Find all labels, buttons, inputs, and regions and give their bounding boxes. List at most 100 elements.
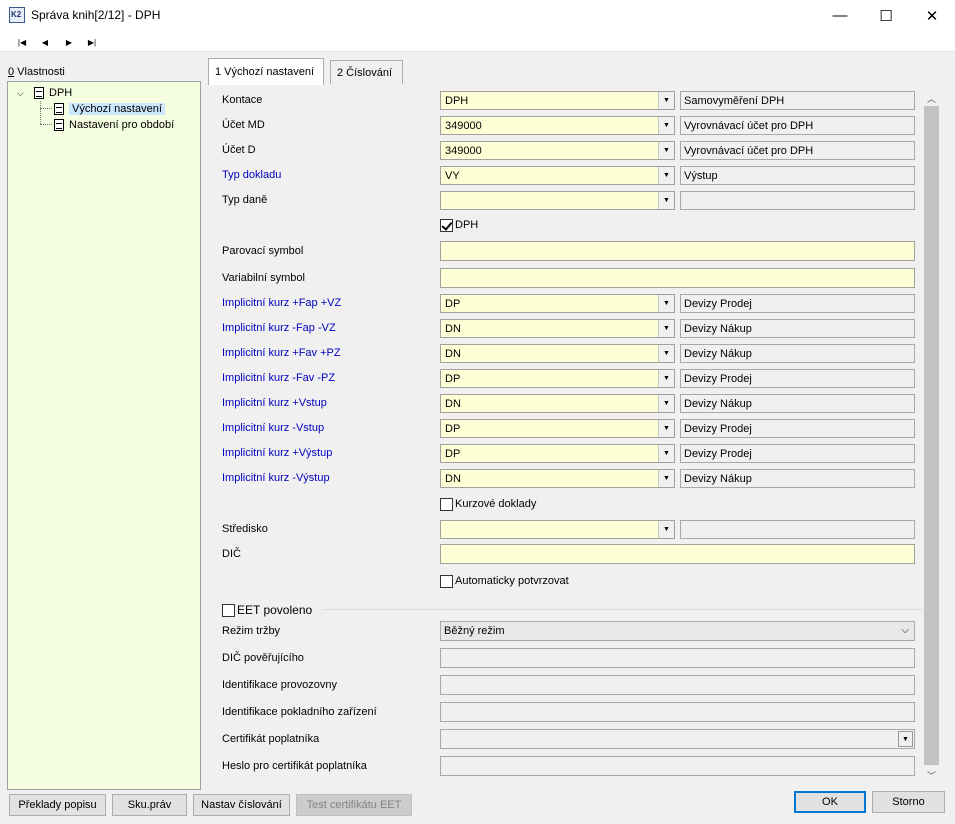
kurz-combo[interactable]: DP ▼ [440,369,675,388]
tree-item-period-settings[interactable]: Nastavení pro období [54,117,174,133]
tree-item-dph[interactable]: DPH [34,85,72,101]
rezim-trzby-label: Režim tržby [222,625,281,637]
tree-item-default-settings[interactable]: Výchozí nastavení [54,101,165,117]
scrollbar-thumb[interactable] [924,106,939,765]
last-record-icon[interactable]: ▶| [84,34,100,50]
dropdown-arrow-icon[interactable]: ▼ [658,295,674,312]
window-title: Správa knih[2/12] - DPH [31,8,161,22]
checkbox-checked-icon[interactable] [440,218,453,232]
dropdown-arrow-icon[interactable]: ▼ [658,142,674,159]
kurz-label[interactable]: Implicitní kurz -Vstup [222,418,324,438]
kontace-combo[interactable]: DPH ▼ [440,91,675,110]
kurz-label[interactable]: Implicitní kurz -Výstup [222,468,330,488]
ok-button[interactable]: OK [794,791,866,813]
kurz-combo[interactable]: DP ▼ [440,419,675,438]
record-navigation-toolbar: |◀ ◀ ▶ ▶| [0,31,955,52]
eet-enabled-checkbox[interactable]: EET povoleno [222,602,312,618]
title-bar: Správa knih[2/12] - DPH — ☐ ✕ [0,0,955,31]
nastav-cislovani-button[interactable]: Nastav číslování [193,794,290,816]
kontace-label: Kontace [222,94,263,106]
ucet-md-combo[interactable]: 349000 ▼ [440,116,675,135]
kurz-combo[interactable]: DN ▼ [440,344,675,363]
dic-input[interactable] [440,544,915,564]
heslo-label: Heslo pro certifikát poplatníka [222,760,367,772]
dropdown-arrow-icon[interactable]: ▼ [658,521,674,538]
maximize-button[interactable]: ☐ [863,0,909,31]
kurzove-doklady-checkbox[interactable]: Kurzové doklady [440,496,536,512]
tab-default-settings[interactable]: 1 Výchozí nastavení [208,58,324,85]
stredisko-description [680,520,915,539]
variabilni-symbol-input[interactable] [440,268,915,288]
id-provozovny-input[interactable] [440,675,915,695]
stredisko-combo[interactable]: ▼ [440,520,675,539]
heslo-input[interactable] [440,756,915,776]
kurz-label[interactable]: Implicitní kurz +Vstup [222,393,327,413]
tree-collapse-icon[interactable]: ⌵ [17,85,24,101]
kurz-combo[interactable]: DP ▼ [440,444,675,463]
dic-label: DIČ [222,548,241,560]
dropdown-arrow-icon[interactable]: ▼ [658,320,674,337]
properties-tree[interactable]: ⌵ DPH Výchozí nastavení Nastavení pro ob… [7,81,201,790]
close-button[interactable]: ✕ [909,0,955,31]
dph-checkbox[interactable]: DPH [440,217,478,233]
typ-dokladu-description: Výstup [680,166,915,185]
checkbox-icon[interactable] [440,497,453,511]
parovaci-symbol-input[interactable] [440,241,915,261]
dropdown-arrow-icon[interactable]: ▼ [658,167,674,184]
kurz-combo[interactable]: DP ▼ [440,294,675,313]
storno-button[interactable]: Storno [872,791,945,813]
minimize-button[interactable]: — [817,0,863,31]
dropdown-arrow-icon[interactable]: ▼ [658,470,674,487]
tab-numbering[interactable]: 2 Číslování [330,60,403,84]
kurz-description: Devizy Nákup [680,394,915,413]
next-record-icon[interactable]: ▶ [61,34,77,50]
ucet-d-combo[interactable]: 349000 ▼ [440,141,675,160]
kurz-description: Devizy Prodej [680,294,915,313]
stredisko-label: Středisko [222,523,268,535]
certifikat-combo[interactable]: ▼ [440,729,915,749]
sku-prav-button[interactable]: Sku.práv [112,794,187,816]
dropdown-arrow-icon[interactable]: ▼ [658,420,674,437]
kurz-label[interactable]: Implicitní kurz +Výstup [222,443,332,463]
ucet-d-description: Vyrovnávací účet pro DPH [680,141,915,160]
auto-potvrzovat-checkbox[interactable]: Automaticky potvrzovat [440,573,569,589]
checkbox-icon[interactable] [222,603,235,617]
dropdown-arrow-icon[interactable]: ▼ [658,117,674,134]
ucet-md-description: Vyrovnávací účet pro DPH [680,116,915,135]
id-pokladniho-zarizeni-input[interactable] [440,702,915,722]
id-provozovny-label: Identifikace provozovny [222,679,337,691]
dropdown-arrow-icon[interactable]: ▼ [658,370,674,387]
scroll-down-icon[interactable]: ﹀ [924,767,939,783]
chevron-down-icon[interactable]: ⌵ [901,625,909,636]
kurz-label[interactable]: Implicitní kurz -Fav -PZ [222,368,335,388]
previous-record-icon[interactable]: ◀ [37,34,53,50]
kurz-combo[interactable]: DN ▼ [440,394,675,413]
scroll-up-icon[interactable]: ︿ [924,90,939,106]
kurz-label[interactable]: Implicitní kurz +Fav +PZ [222,343,341,363]
dropdown-arrow-icon[interactable]: ▼ [658,395,674,412]
typ-dane-combo[interactable]: ▼ [440,191,675,210]
first-record-icon[interactable]: |◀ [14,34,30,50]
kurz-description: Devizy Nákup [680,469,915,488]
dropdown-arrow-icon[interactable]: ▼ [658,445,674,462]
preklady-popisu-button[interactable]: Překlady popisu [9,794,106,816]
typ-dokladu-label[interactable]: Typ dokladu [222,165,281,185]
kurz-label[interactable]: Implicitní kurz +Fap +VZ [222,293,341,313]
dropdown-arrow-icon[interactable]: ▼ [658,92,674,109]
kurz-description: Devizy Prodej [680,419,915,438]
dropdown-arrow-icon[interactable]: ▼ [658,345,674,362]
dic-poverujiciho-input[interactable] [440,648,915,668]
kurz-combo[interactable]: DN ▼ [440,319,675,338]
checkbox-icon[interactable] [440,574,453,588]
kurz-label[interactable]: Implicitní kurz -Fap -VZ [222,318,336,338]
kurz-combo[interactable]: DN ▼ [440,469,675,488]
dropdown-arrow-icon[interactable]: ▼ [898,731,913,747]
eet-separator [322,609,922,610]
dropdown-arrow-icon[interactable]: ▼ [658,192,674,209]
typ-dokladu-combo[interactable]: VY ▼ [440,166,675,185]
document-icon [34,87,44,99]
document-icon [54,119,64,131]
test-certifikatu-eet-button[interactable]: Test certifikátu EET [296,794,412,816]
ucet-md-label: Účet MD [222,119,265,131]
rezim-trzby-select[interactable]: Běžný režim ⌵ [440,621,915,641]
